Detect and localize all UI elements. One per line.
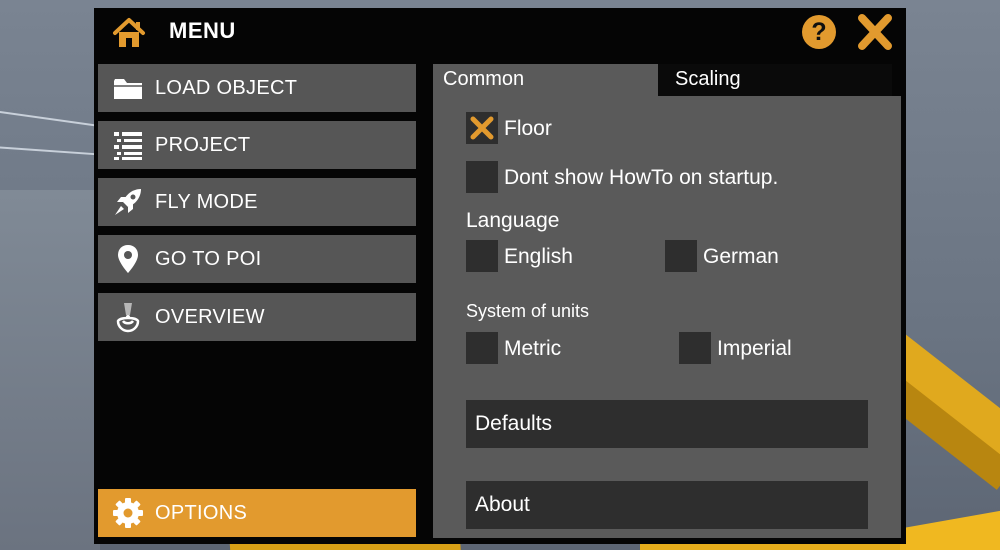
metric-label: Metric — [504, 337, 562, 360]
sidebar-item-label: OVERVIEW — [155, 306, 265, 328]
dont-show-howto-checkbox[interactable] — [466, 161, 498, 193]
scene-floor — [0, 190, 100, 550]
close-icon[interactable] — [856, 12, 894, 52]
german-label: German — [703, 245, 779, 268]
tab-label: Scaling — [675, 68, 741, 90]
sidebar-item-label: PROJECT — [155, 134, 251, 156]
location-pin-icon — [112, 243, 144, 275]
check-cross-icon — [470, 116, 494, 140]
floor-checkbox[interactable] — [466, 112, 498, 144]
tab-common[interactable]: Common — [433, 64, 658, 96]
tab-scaling[interactable]: Scaling — [658, 64, 892, 96]
floor-label: Floor — [504, 117, 552, 140]
tab-label: Common — [443, 68, 525, 90]
sidebar-item-label: LOAD OBJECT — [155, 77, 298, 99]
sidebar-item-load-object[interactable]: LOAD OBJECT — [98, 64, 416, 112]
folder-icon — [112, 72, 144, 104]
sidebar-item-overview[interactable]: OVERVIEW — [98, 293, 416, 341]
rocket-icon — [112, 186, 144, 218]
home-icon[interactable] — [112, 16, 146, 50]
language-heading: Language — [466, 209, 560, 232]
sidebar-item-options[interactable]: OPTIONS — [98, 489, 416, 537]
list-icon — [112, 129, 144, 161]
sidebar-item-fly-mode[interactable]: FLY MODE — [98, 178, 416, 226]
sidebar-item-label: OPTIONS — [155, 502, 248, 524]
sidebar-item-label: FLY MODE — [155, 191, 258, 213]
help-icon[interactable]: ? — [802, 15, 836, 49]
german-checkbox[interactable] — [665, 240, 697, 272]
sidebar-item-project[interactable]: PROJECT — [98, 121, 416, 169]
dont-show-howto-label: Dont show HowTo on startup. — [504, 166, 779, 189]
gear-icon — [112, 497, 144, 529]
common-panel: Floor Dont show HowTo on startup. Langua… — [433, 96, 901, 538]
english-checkbox[interactable] — [466, 240, 498, 272]
menu-title: MENU — [169, 18, 236, 43]
sidebar-item-label: GO TO POI — [155, 248, 262, 270]
overview-icon — [112, 301, 144, 333]
menu-header: MENU ? — [94, 8, 906, 58]
imperial-label: Imperial — [717, 337, 792, 360]
defaults-button-label: Defaults — [475, 412, 553, 435]
metric-checkbox[interactable] — [466, 332, 498, 364]
system-of-units-heading: System of units — [466, 301, 590, 321]
sidebar-item-go-to-poi[interactable]: GO TO POI — [98, 235, 416, 283]
menu-window: MENU ? LOAD OBJECT PROJECT FLY MODE GO T… — [94, 8, 906, 544]
english-label: English — [504, 245, 573, 268]
about-button-label: About — [475, 493, 530, 516]
defaults-button[interactable]: Defaults — [466, 400, 868, 448]
about-button[interactable]: About — [466, 481, 868, 529]
imperial-checkbox[interactable] — [679, 332, 711, 364]
